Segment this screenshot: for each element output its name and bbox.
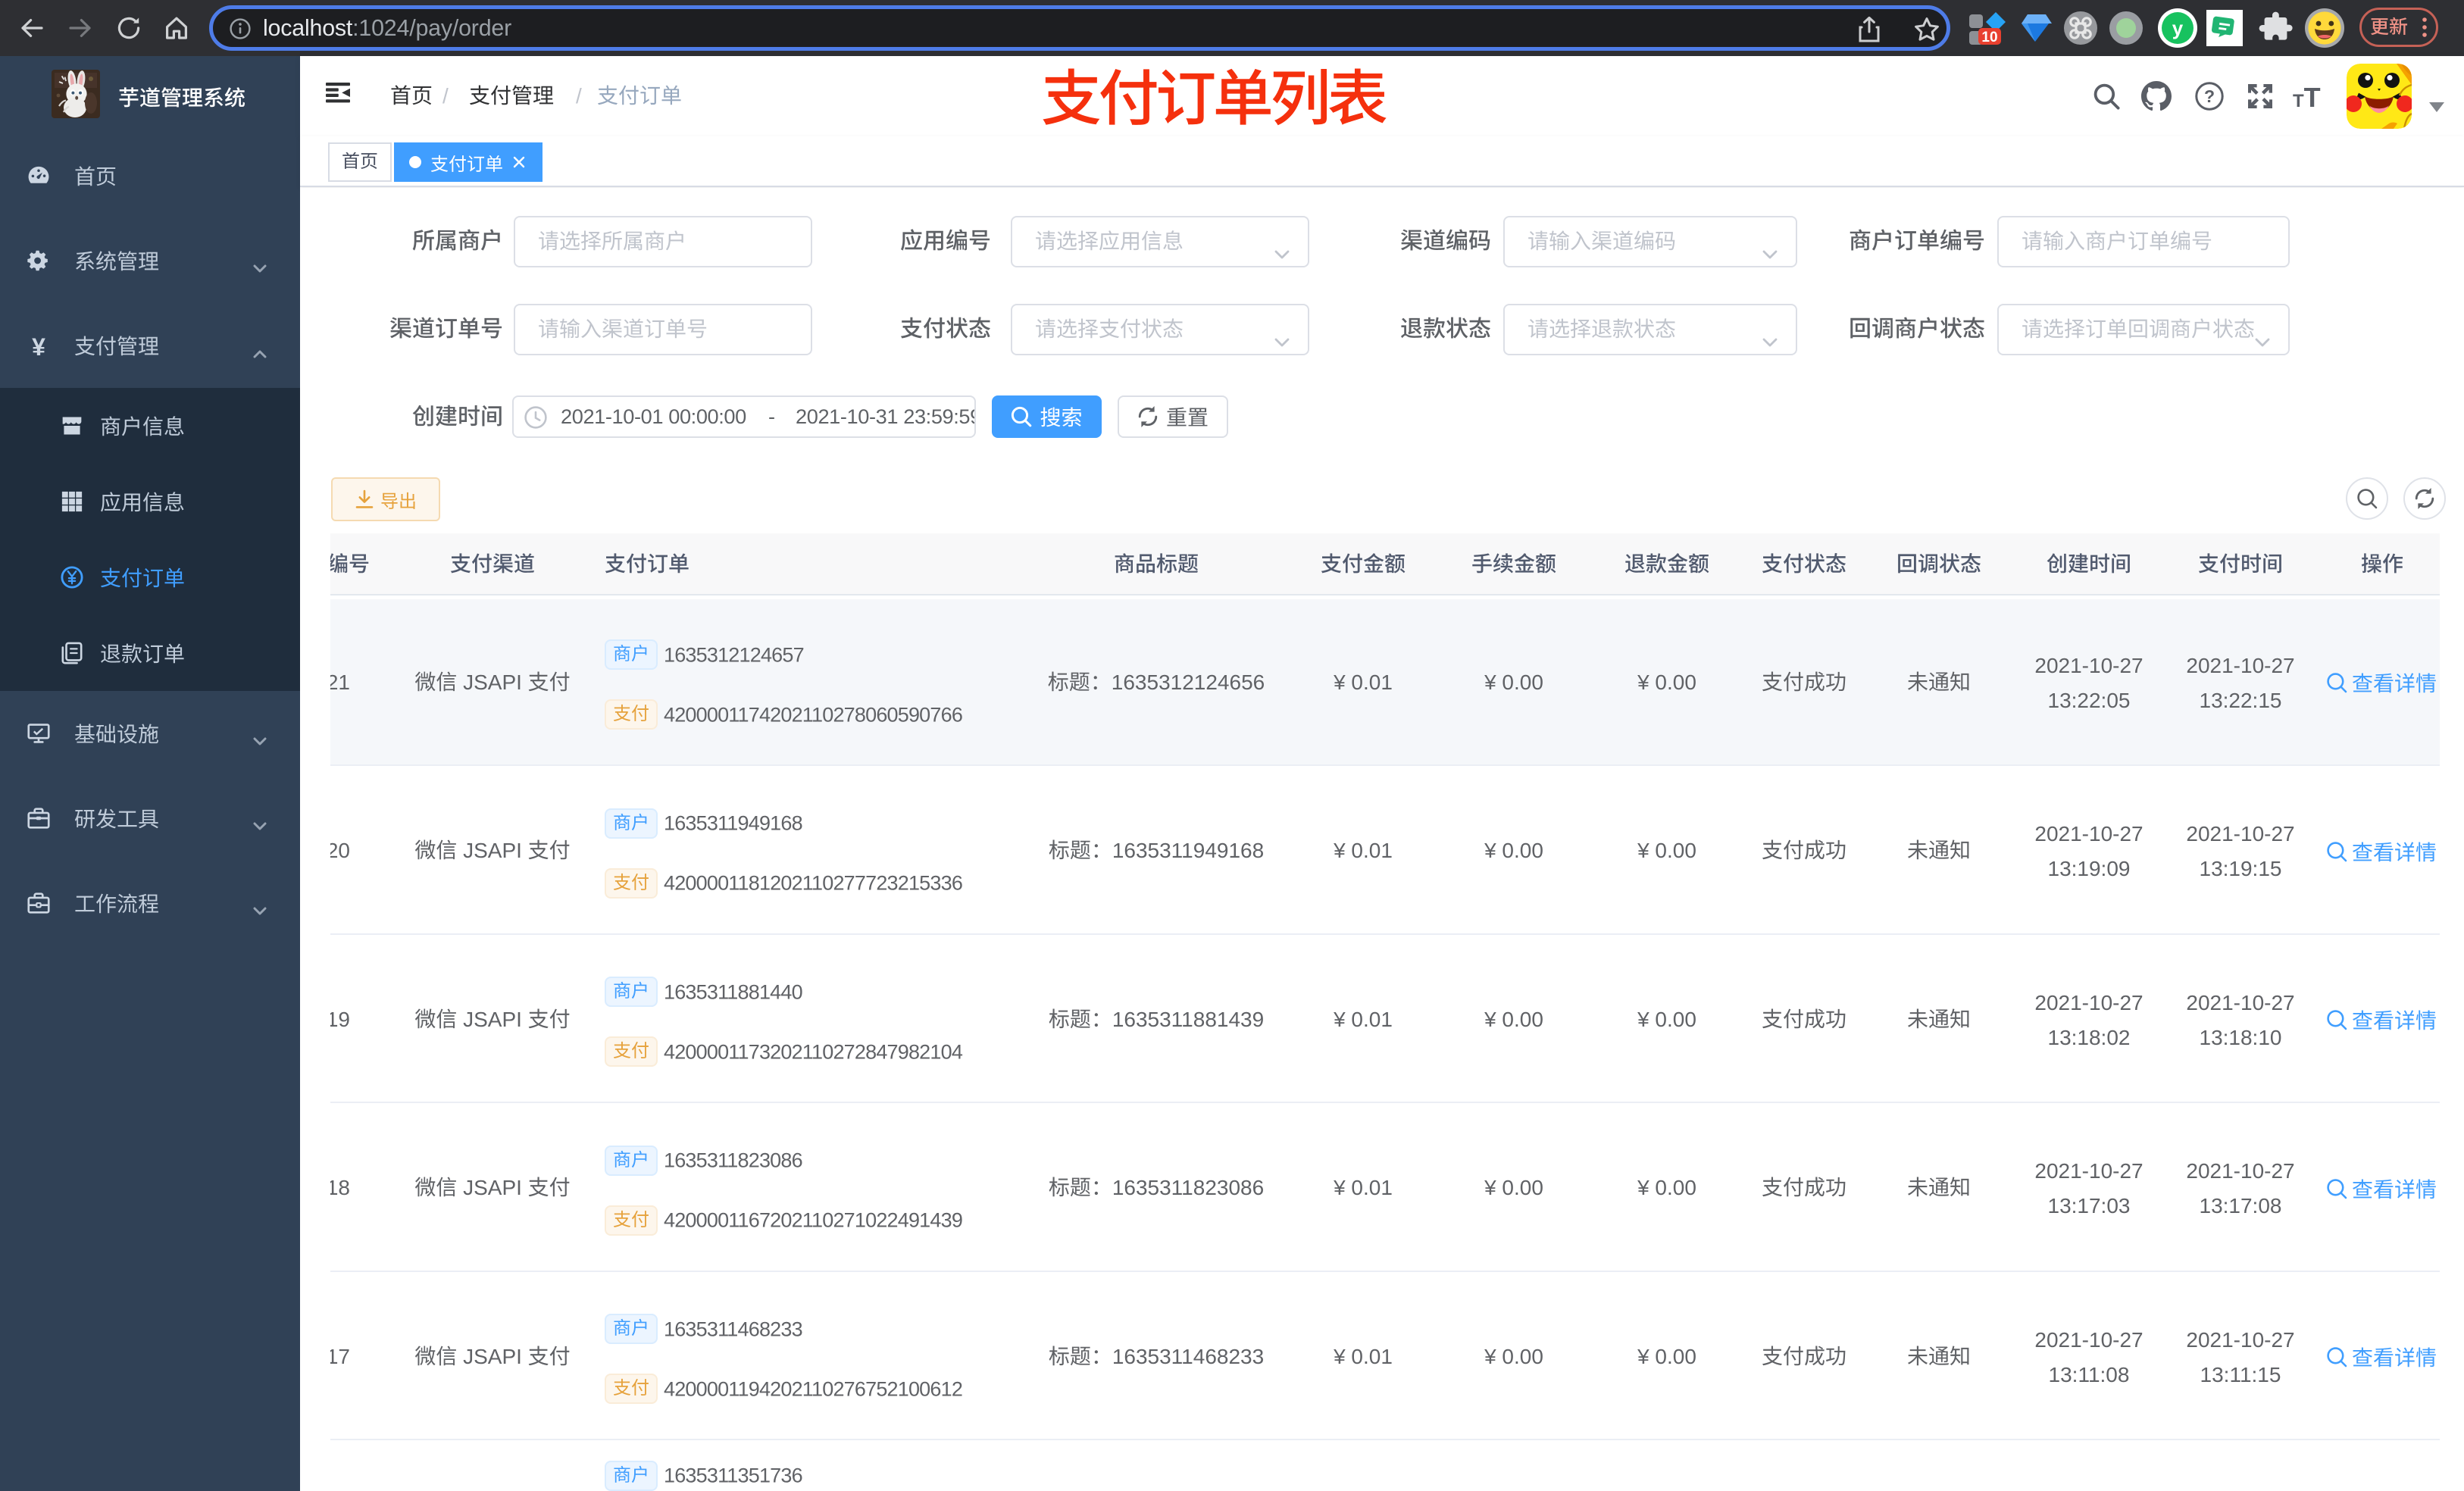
svg-text:10: 10 <box>1981 30 1997 45</box>
svg-text:?: ? <box>2204 86 2215 106</box>
svg-text:y: y <box>2172 17 2184 39</box>
